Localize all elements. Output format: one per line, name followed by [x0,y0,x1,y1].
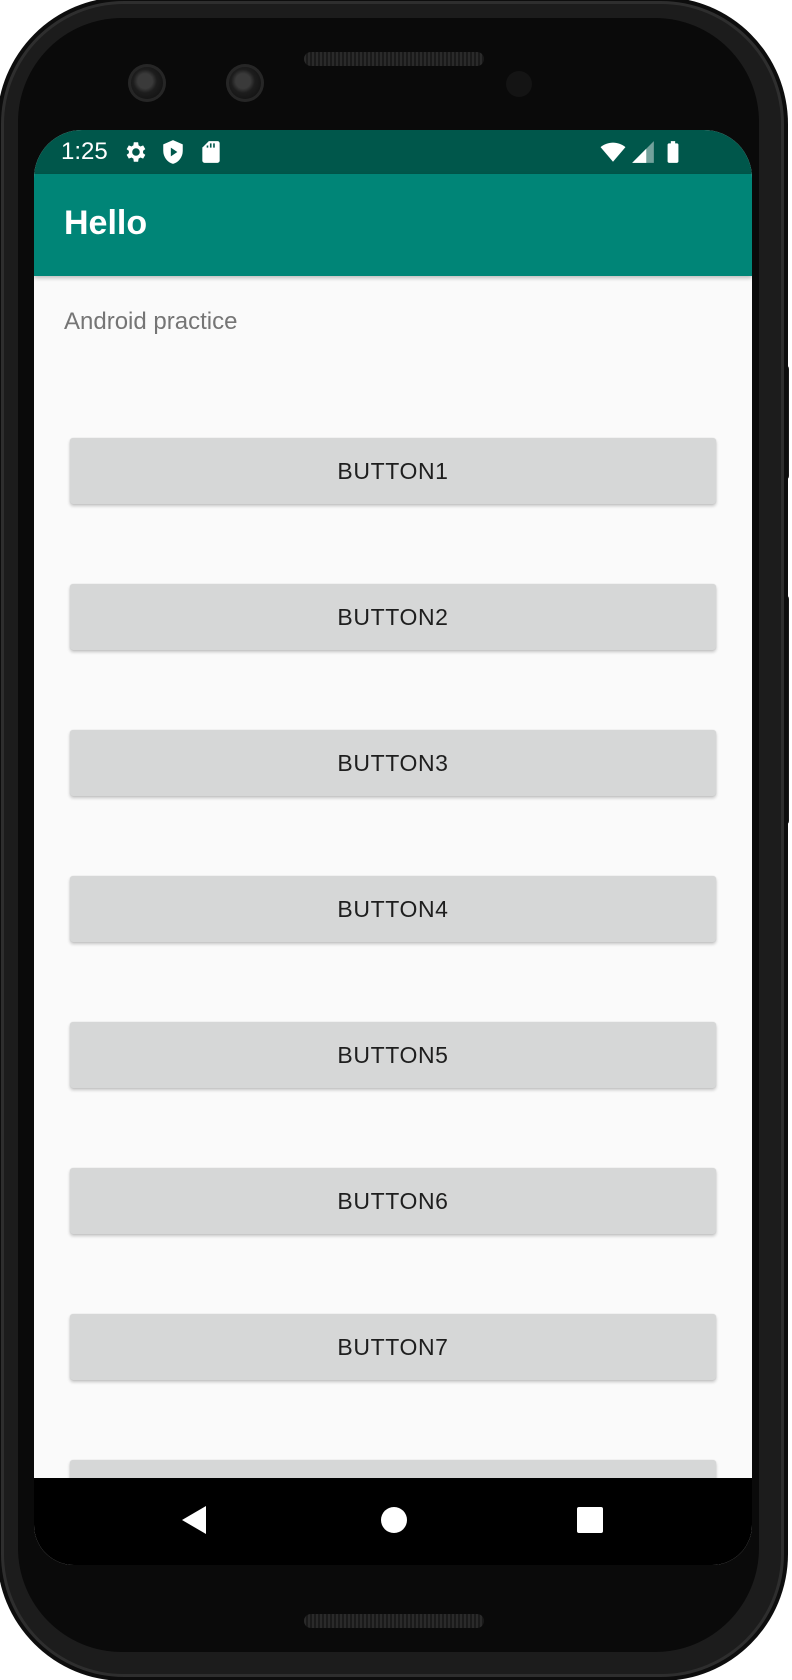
button-4[interactable]: BUTTON4 [70,876,716,942]
status-time: 1:25 [61,138,108,165]
battery-icon [667,141,679,163]
front-camera-icon [226,64,264,102]
wifi-icon [600,142,626,162]
front-camera-icon [128,64,166,102]
back-icon[interactable] [180,1504,208,1536]
status-bar: 1:25 [34,130,752,174]
page-title: Hello [64,204,148,242]
navigation-bar [34,1478,752,1565]
earpiece-speaker [304,52,484,66]
button-1[interactable]: BUTTON1 [70,438,716,504]
app-bar: Hello [34,174,752,276]
recents-icon[interactable] [575,1504,605,1536]
phone-frame: 1:25 Hello Android practice BUTTON1 BUTT… [0,0,792,1680]
volume-button [781,365,789,480]
home-icon[interactable] [379,1504,409,1536]
proximity-sensor [506,71,532,97]
button-7[interactable]: BUTTON7 [70,1314,716,1380]
button-5[interactable]: BUTTON5 [70,1022,716,1088]
shield-play-icon [163,140,183,164]
screen: 1:25 Hello Android practice BUTTON1 BUTT… [34,130,752,1565]
bottom-speaker [304,1614,484,1628]
button-6[interactable]: BUTTON6 [70,1168,716,1234]
subtitle-text: Android practice [64,308,238,335]
power-button [781,595,789,825]
signal-icon [632,141,654,163]
button-2[interactable]: BUTTON2 [70,584,716,650]
gear-icon [126,142,146,162]
sd-card-icon [202,141,220,163]
button-3[interactable]: BUTTON3 [70,730,716,796]
